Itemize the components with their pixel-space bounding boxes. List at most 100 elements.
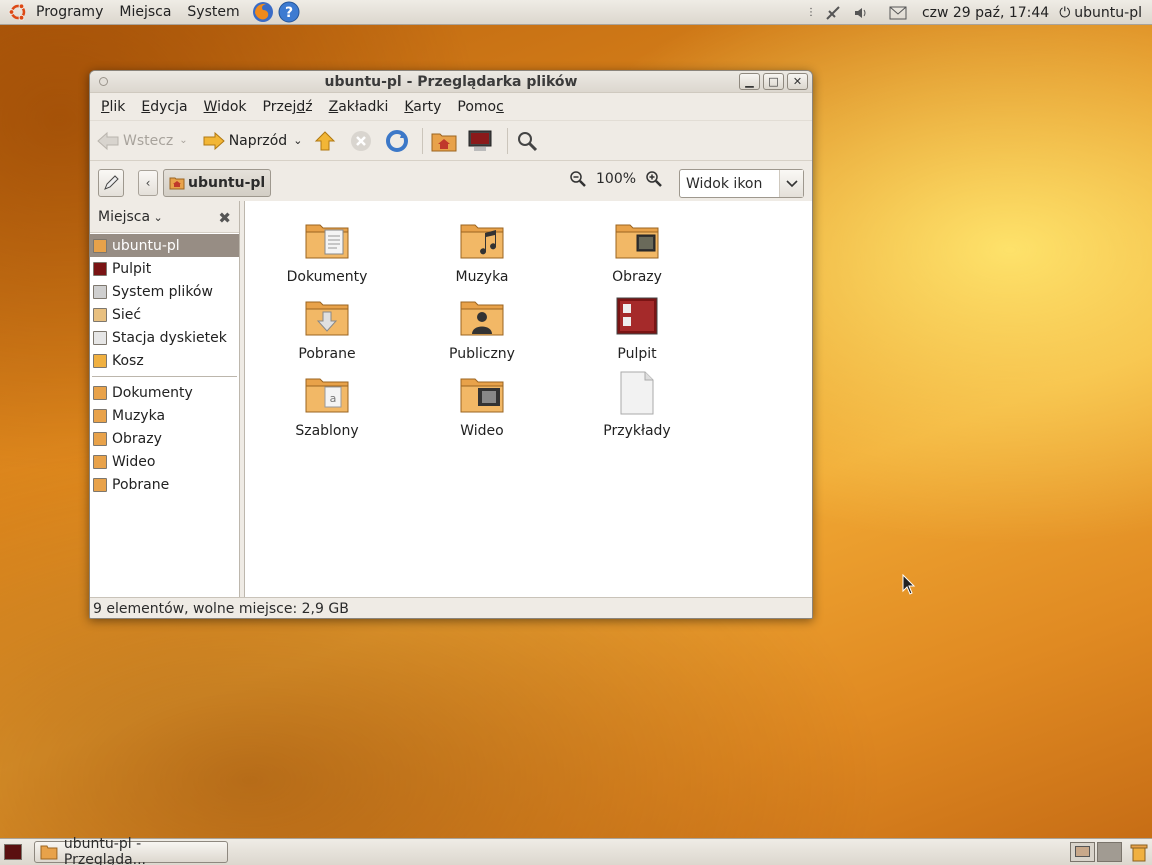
file-item[interactable]: Pulpit bbox=[577, 292, 697, 362]
file-item[interactable]: Przykłady bbox=[577, 369, 697, 439]
file-item[interactable]: Publiczny bbox=[422, 292, 542, 362]
window-title: ubuntu-pl - Przeglądarka plików bbox=[324, 73, 578, 90]
breadcrumb-left-button[interactable]: ‹ bbox=[138, 170, 158, 196]
up-button[interactable] bbox=[314, 130, 336, 152]
stop-button[interactable] bbox=[350, 130, 372, 152]
maximize-button[interactable]: □ bbox=[763, 73, 784, 90]
sidebar-item-label: Kosz bbox=[112, 352, 144, 369]
workspace-2[interactable] bbox=[1097, 842, 1122, 862]
body-area: Miejsca ⌄ ✖ ubuntu-pl Pulpit System plików… bbox=[90, 201, 812, 597]
menu-widok[interactable]: Widok bbox=[196, 99, 255, 115]
workspace-1[interactable] bbox=[1070, 842, 1095, 862]
floppy-icon bbox=[93, 330, 107, 345]
documents-folder-icon bbox=[93, 385, 107, 400]
home-button[interactable] bbox=[431, 130, 457, 152]
location-bar: ‹ ubuntu-pl 100% Widok ikon bbox=[90, 160, 812, 205]
sidebar-item-ubuntu-pl[interactable]: ubuntu-pl bbox=[90, 234, 239, 257]
power-icon: ⏻ bbox=[1059, 4, 1071, 21]
sidebar-item-system-plików[interactable]: System plików bbox=[90, 280, 239, 303]
pictures-folder-icon bbox=[613, 215, 661, 267]
firefox-icon[interactable] bbox=[252, 1, 274, 23]
forward-arrow-icon bbox=[203, 131, 225, 150]
file-item[interactable]: Muzyka bbox=[422, 215, 542, 285]
computer-button[interactable] bbox=[467, 129, 493, 153]
toggle-location-entry-button[interactable] bbox=[98, 169, 124, 197]
sidebar-item-pulpit[interactable]: Pulpit bbox=[90, 257, 239, 280]
sidebar-bookmark-muzyka[interactable]: Muzyka bbox=[90, 404, 239, 427]
templates-folder-icon: a bbox=[303, 369, 351, 421]
sidebar-item-label: Dokumenty bbox=[112, 384, 193, 401]
back-button[interactable]: Wstecz bbox=[96, 130, 173, 152]
menu-edycja[interactable]: Edycja bbox=[133, 99, 195, 115]
sidebar-bookmark-obrazy[interactable]: Obrazy bbox=[90, 427, 239, 450]
file-item[interactable]: a Szablony bbox=[267, 369, 387, 439]
svg-text:a: a bbox=[330, 392, 337, 405]
forward-button[interactable]: Naprzód bbox=[202, 130, 287, 152]
chevron-down-icon bbox=[779, 170, 803, 197]
file-icon bbox=[613, 369, 661, 421]
minimize-button[interactable]: ▁ bbox=[739, 73, 760, 90]
network-disconnected-icon[interactable] bbox=[824, 4, 842, 22]
taskbar-button-file-manager[interactable]: ubuntu-pl - Przegląda... bbox=[34, 836, 228, 865]
sidebar-item-label: Wideo bbox=[112, 453, 156, 470]
zoom-in-icon[interactable] bbox=[644, 169, 664, 189]
sidebar-mode-select[interactable]: Miejsca ⌄ bbox=[98, 209, 163, 225]
sidebar-bookmark-dokumenty[interactable]: Dokumenty bbox=[90, 381, 239, 404]
home-folder-icon bbox=[169, 177, 185, 190]
breadcrumb-home[interactable]: ubuntu-pl bbox=[163, 169, 272, 197]
zoom-level[interactable]: 100% bbox=[596, 171, 636, 187]
reload-button[interactable] bbox=[386, 129, 409, 152]
show-desktop-icon[interactable] bbox=[4, 844, 22, 860]
sidebar-bookmark-pobrane[interactable]: Pobrane bbox=[90, 473, 239, 496]
sidebar-item-stacja-dyskietek[interactable]: Stacja dyskietek bbox=[90, 326, 239, 349]
menu-miejsca[interactable]: Miejsca bbox=[111, 4, 179, 20]
toolbar-separator bbox=[422, 127, 424, 154]
file-item-label: Obrazy bbox=[612, 269, 662, 285]
menu-karty[interactable]: Karty bbox=[396, 99, 449, 115]
close-button[interactable]: ✕ bbox=[787, 73, 808, 90]
user-menu[interactable]: ⏻ ubuntu-pl bbox=[1059, 5, 1142, 21]
music-folder-icon bbox=[458, 215, 506, 267]
toolbar-separator bbox=[507, 127, 509, 154]
menu-przejdz[interactable]: Przejdź bbox=[255, 99, 321, 115]
file-item-label: Szablony bbox=[295, 423, 359, 439]
zoom-out-icon[interactable] bbox=[568, 169, 588, 189]
back-label: Wstecz bbox=[123, 132, 174, 149]
filesystem-icon bbox=[93, 284, 107, 299]
sidebar-item-label: Stacja dyskietek bbox=[112, 329, 227, 346]
file-item[interactable]: Pobrane bbox=[267, 292, 387, 362]
downloads-folder-icon bbox=[93, 477, 107, 492]
menu-plik[interactable]: Plik bbox=[93, 99, 133, 115]
close-sidebar-icon[interactable]: ✖ bbox=[218, 209, 231, 227]
zoom-control: 100% bbox=[568, 169, 664, 189]
file-item[interactable]: Obrazy bbox=[577, 215, 697, 285]
bottom-panel: ubuntu-pl - Przegląda... bbox=[0, 836, 1152, 865]
search-button[interactable] bbox=[516, 130, 538, 152]
ubuntu-logo-icon[interactable] bbox=[8, 2, 28, 22]
file-item[interactable]: Wideo bbox=[422, 369, 542, 439]
menu-system[interactable]: System bbox=[179, 4, 247, 20]
trash-icon[interactable] bbox=[1130, 842, 1148, 862]
sidebar-bookmark-wideo[interactable]: Wideo bbox=[90, 450, 239, 473]
menubar: Plik Edycja Widok Przejdź Zakładki Karty… bbox=[90, 93, 812, 120]
menu-programy[interactable]: Programy bbox=[28, 4, 111, 20]
clock[interactable]: czw 29 paź, 17:44 bbox=[922, 5, 1049, 21]
volume-icon[interactable] bbox=[852, 4, 870, 22]
back-history-chevron-icon[interactable]: ⌄ bbox=[179, 135, 187, 146]
file-item[interactable]: Dokumenty bbox=[267, 215, 387, 285]
top-panel: Programy Miejsca System ? ⋮ czw 29 paź, … bbox=[0, 0, 1152, 25]
sidebar-item-kosz[interactable]: Kosz bbox=[90, 349, 239, 372]
menu-zakladki[interactable]: Zakładki bbox=[321, 99, 397, 115]
view-mode-select[interactable]: Widok ikon bbox=[679, 169, 804, 198]
svg-text:?: ? bbox=[285, 5, 293, 21]
help-icon[interactable]: ? bbox=[278, 1, 300, 23]
titlebar[interactable]: ubuntu-pl - Przeglądarka plików ▁ □ ✕ bbox=[90, 71, 812, 93]
menu-pomoc[interactable]: Pomoc bbox=[449, 99, 511, 115]
file-item-label: Pulpit bbox=[617, 346, 657, 362]
reload-icon bbox=[386, 129, 409, 152]
stop-icon bbox=[351, 130, 372, 151]
mail-icon[interactable] bbox=[889, 4, 907, 22]
file-item-label: Muzyka bbox=[455, 269, 509, 285]
sidebar-item-sieć[interactable]: Sieć bbox=[90, 303, 239, 326]
forward-history-chevron-icon[interactable]: ⌄ bbox=[293, 134, 302, 147]
